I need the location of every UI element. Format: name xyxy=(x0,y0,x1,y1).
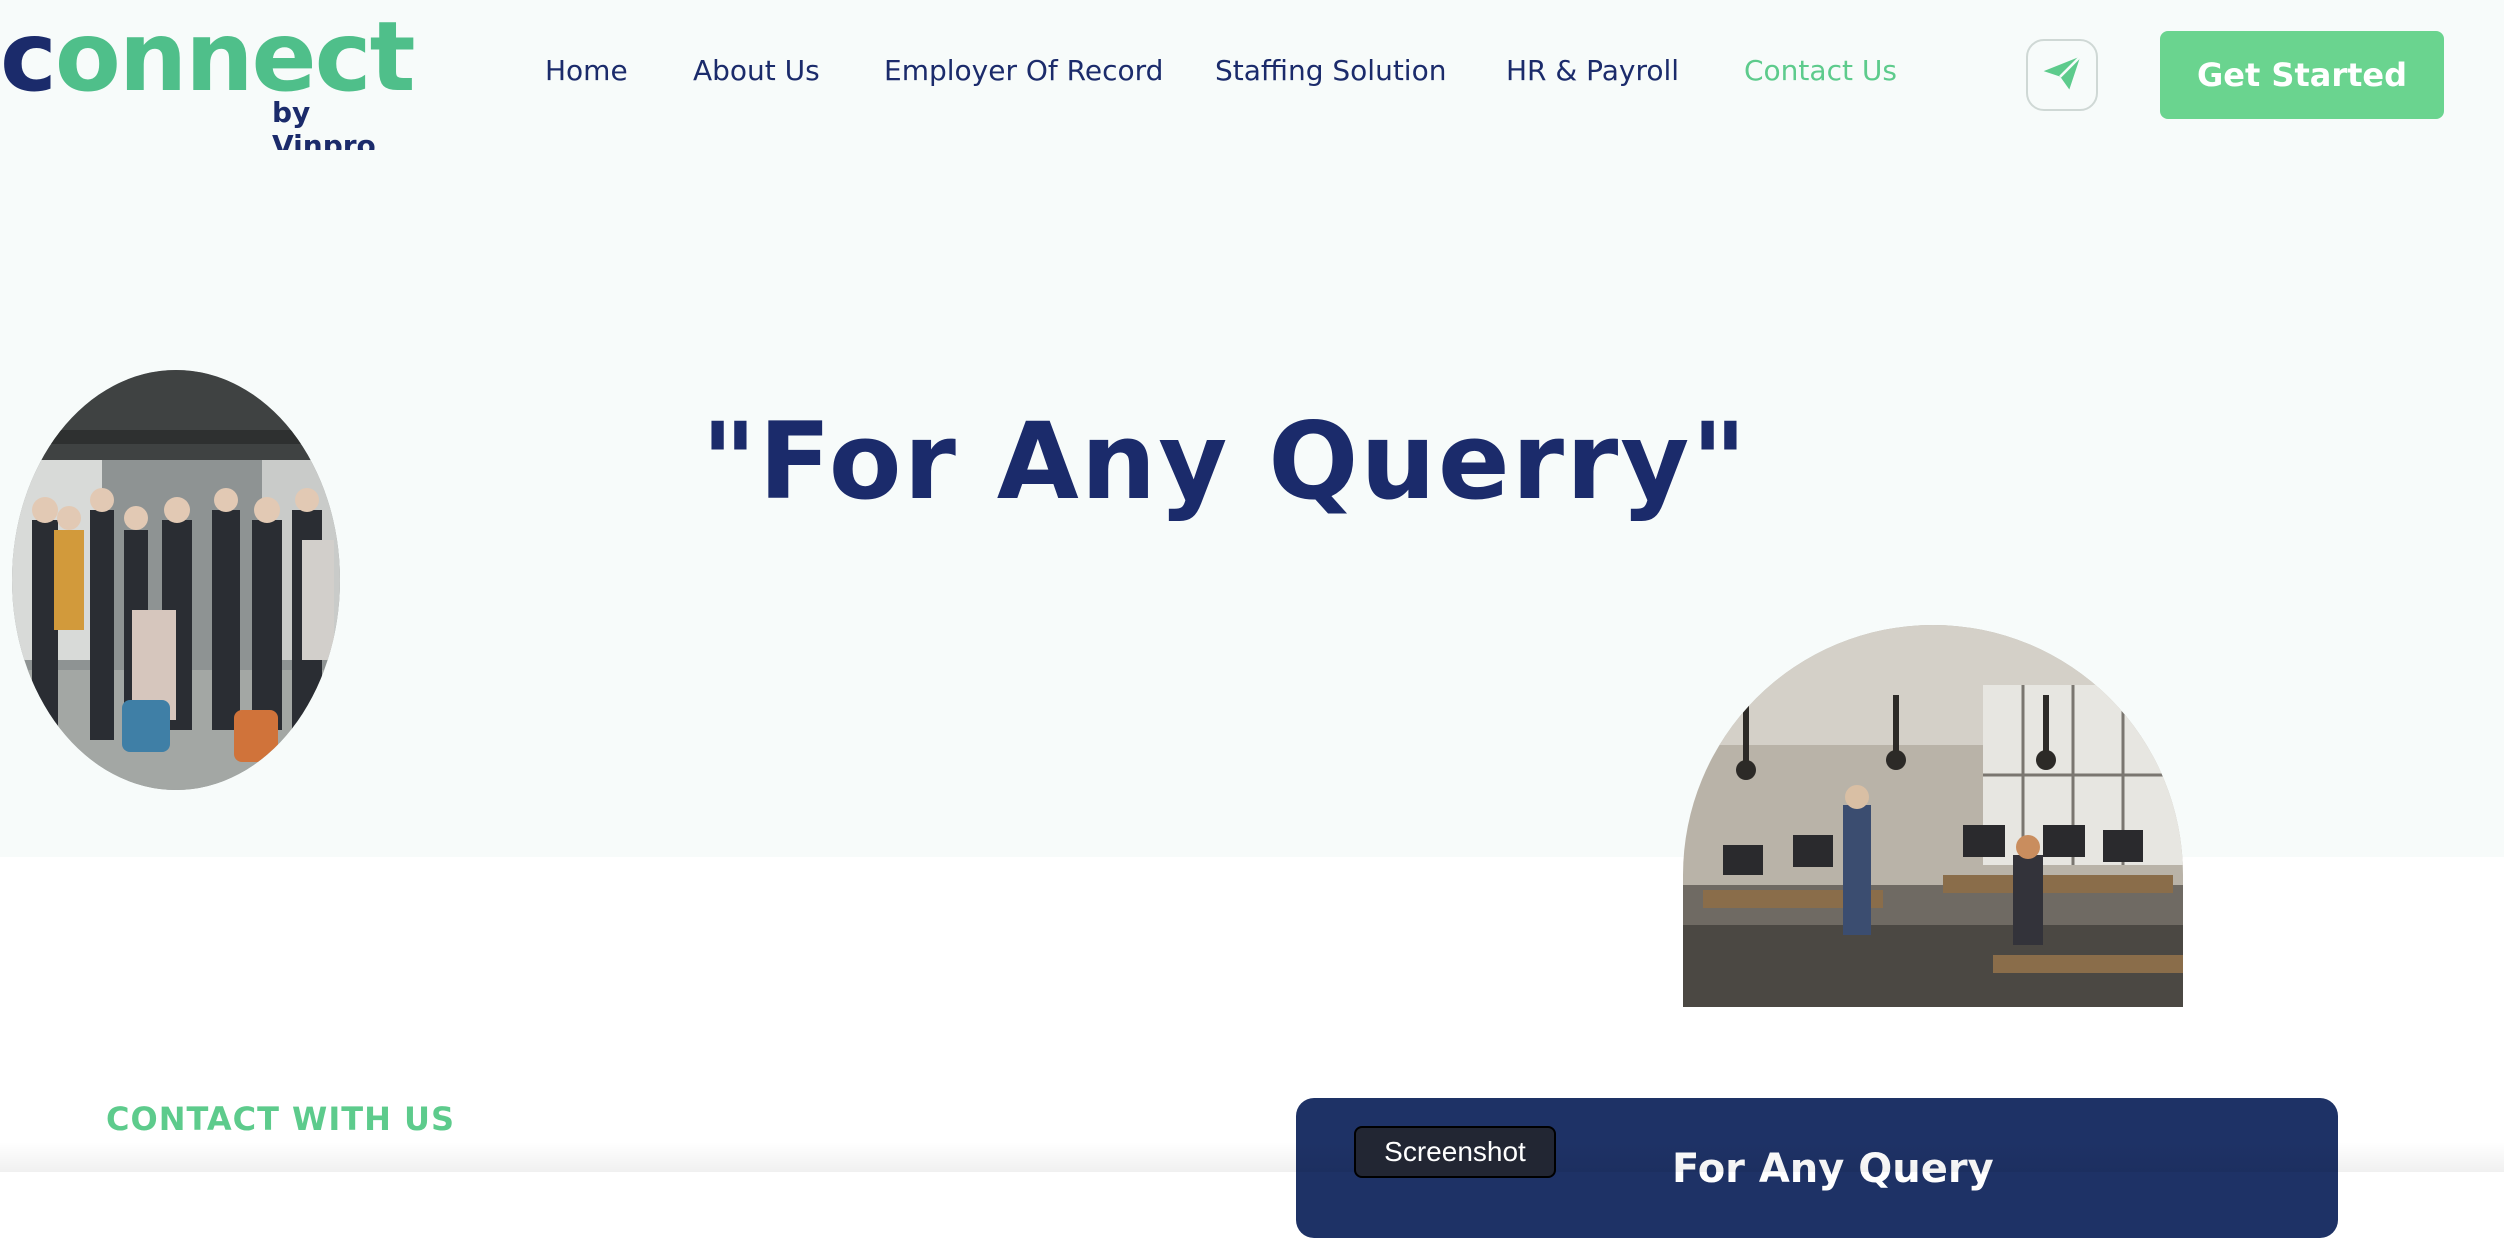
nav-about-us[interactable]: About Us xyxy=(693,54,820,87)
send-message-button[interactable] xyxy=(2026,39,2098,111)
nav-hr-payroll[interactable]: HR & Payroll xyxy=(1506,54,1679,87)
get-started-button[interactable]: Get Started xyxy=(2160,31,2444,119)
nav-staffing-solution[interactable]: Staffing Solution xyxy=(1215,54,1446,87)
bottom-shadow xyxy=(0,1142,2504,1172)
hero-title: "For Any Querry" xyxy=(701,400,1749,523)
screenshot-tooltip: Screenshot xyxy=(1354,1126,1556,1178)
connect-logo[interactable]: connect by Vinpro xyxy=(0,1,415,162)
contact-eyebrow: CONTACT WITH US xyxy=(106,1100,456,1138)
hero-section: "For Any Querry" xyxy=(0,150,2504,1007)
nav-employer-of-record[interactable]: Employer Of Record xyxy=(884,54,1163,87)
site-header: connect by Vinpro Home About Us Employer… xyxy=(0,0,2504,162)
logo-first-letter: c xyxy=(0,1,57,113)
paper-plane-icon xyxy=(2040,51,2084,100)
nav-contact-us[interactable]: Contact Us xyxy=(1744,54,1897,87)
nav-home[interactable]: Home xyxy=(545,54,628,87)
office-photo xyxy=(1683,625,2183,1007)
